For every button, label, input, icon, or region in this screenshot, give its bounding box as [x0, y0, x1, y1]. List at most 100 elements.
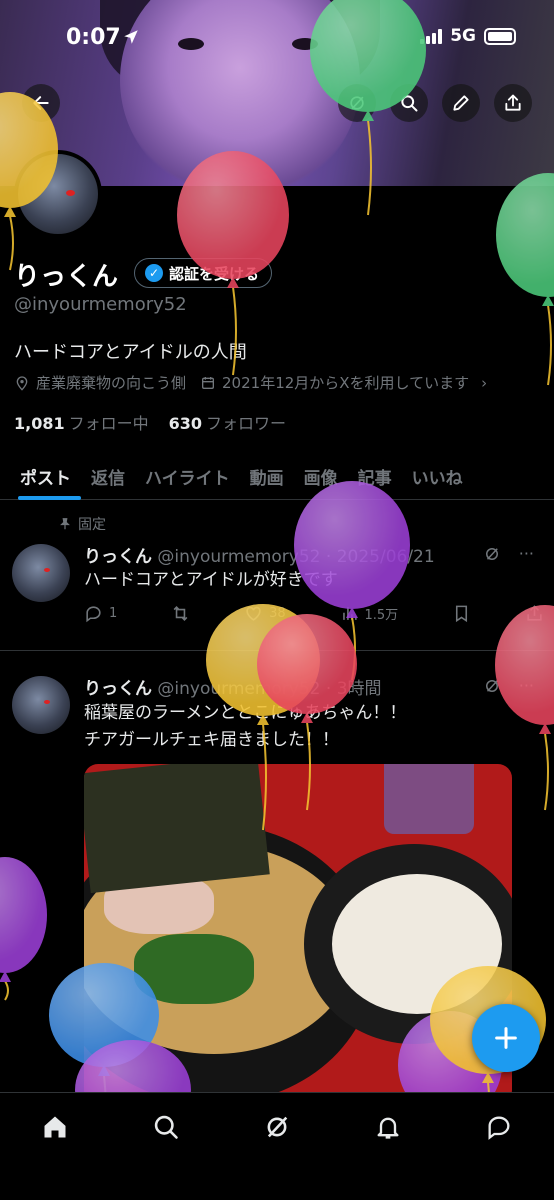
tab-likes[interactable]: いいね [402, 452, 473, 500]
share-button[interactable] [494, 84, 532, 122]
followers-link[interactable]: 630 フォロワー [169, 410, 286, 434]
profile-name: りっくん [14, 262, 119, 292]
status-time: 0:07 [66, 25, 121, 50]
bell-icon [377, 1117, 399, 1139]
post-author-name[interactable]: りっくん [84, 547, 152, 567]
nav-grok[interactable] [247, 1113, 307, 1153]
verified-check-icon: ✓ [145, 264, 163, 282]
more-options-icon[interactable]: ··· [519, 544, 534, 563]
back-button[interactable] [22, 84, 60, 122]
post-top-icons: ··· [483, 676, 534, 695]
post-meta: @inyourmemory52 · 3時間 [157, 679, 382, 699]
image-spinach [134, 934, 254, 1004]
profile-location: 産業廃棄物の向こう側 [36, 374, 187, 392]
post-author-name[interactable]: りっくん [84, 679, 152, 699]
share-icon [527, 605, 542, 621]
profile-handle: @inyourmemory52 [14, 294, 187, 315]
post-divider [0, 650, 554, 651]
tab-photos[interactable]: 画像 [294, 452, 348, 500]
post-text-line-2: チアガールチェキ届きました！！ [84, 730, 339, 750]
battery-icon [484, 27, 516, 45]
reply-icon [86, 606, 101, 623]
grok-icon [350, 96, 364, 110]
following-label: フォロー中 [68, 414, 149, 433]
post-header: りっくん @inyourmemory52 · 3時間 [84, 674, 382, 699]
repost-icon [173, 606, 188, 621]
grok-icon[interactable] [483, 677, 501, 695]
chevron-right-icon: › [481, 373, 488, 392]
tab-articles[interactable]: 記事 [348, 452, 402, 500]
profile-tabs: ポスト 返信 ハイライト 動画 画像 記事 いいね [0, 452, 554, 500]
search-icon [401, 95, 418, 112]
image-nori [84, 764, 270, 894]
profile-meta: 産業廃棄物の向こう側 2021年12月からXを利用しています › [14, 372, 487, 393]
profile-bio: ハードコアとアイドルの人間 [14, 342, 247, 363]
location-pin-icon [16, 375, 28, 391]
bottom-navigation [0, 1092, 554, 1200]
like-button[interactable]: 38 [244, 604, 286, 623]
post-text: ハードコアとアイドルが好きです [84, 570, 338, 590]
reply-count: 1 [109, 606, 118, 621]
image-rice [332, 874, 502, 1014]
balloon [0, 857, 47, 1001]
get-verified-label: 認証を受ける [169, 264, 260, 283]
share-icon [505, 94, 521, 111]
signal-icon [420, 28, 443, 44]
reply-button[interactable]: 1 [84, 604, 117, 623]
profile-joined: 2021年12月からXを利用しています [222, 374, 470, 392]
post-text-line-1: 稲葉屋のラーメンととこにゅあちゃん！！ [84, 703, 407, 723]
grok-icon[interactable] [483, 545, 501, 563]
home-icon [44, 1116, 66, 1138]
follow-stats: 1,081 フォロー中 630 フォロワー [14, 410, 286, 434]
message-icon [488, 1116, 510, 1140]
status-bar: 0:07 5G [0, 0, 554, 70]
tab-replies[interactable]: 返信 [81, 452, 135, 500]
views-icon [342, 607, 357, 620]
edit-button[interactable] [442, 84, 480, 122]
nav-messages[interactable] [469, 1113, 529, 1153]
nav-home[interactable] [25, 1113, 85, 1153]
post-image[interactable] [84, 764, 512, 1104]
heart-icon [246, 606, 261, 621]
post-top-icons: ··· [483, 544, 534, 563]
compose-button[interactable] [472, 1004, 540, 1072]
tab-videos[interactable]: 動画 [240, 452, 294, 500]
pinned-indicator: 固定 [58, 514, 106, 534]
post-avatar[interactable] [12, 676, 70, 734]
bookmark-icon [456, 605, 468, 623]
more-options-icon[interactable]: ··· [519, 676, 534, 695]
following-count: 1,081 [14, 414, 65, 433]
following-link[interactable]: 1,081 フォロー中 [14, 410, 149, 434]
balloon [496, 173, 554, 386]
image-glass [384, 764, 474, 834]
grok-button[interactable] [338, 84, 376, 122]
followers-count: 630 [168, 414, 203, 433]
view-count: 1.5万 [364, 608, 399, 623]
followers-label: フォロワー [206, 414, 287, 433]
get-verified-button[interactable]: ✓ 認証を受ける [134, 258, 273, 288]
profile-avatar[interactable] [14, 150, 102, 238]
nav-search[interactable] [136, 1113, 196, 1153]
tab-highlights[interactable]: ハイライト [135, 452, 240, 500]
post-avatar[interactable] [12, 544, 70, 602]
arrow-left-icon [33, 96, 49, 110]
nav-notifications[interactable] [358, 1113, 418, 1153]
bookmark-button[interactable] [452, 604, 471, 623]
pinned-label: 固定 [78, 517, 106, 533]
search-button[interactable] [390, 84, 428, 122]
pin-icon [60, 518, 70, 530]
share-post-button[interactable] [525, 604, 544, 623]
status-indicators: 5G [420, 26, 516, 46]
pencil-icon [453, 95, 469, 111]
repost-button[interactable] [171, 604, 190, 623]
location-arrow-icon [124, 30, 138, 44]
network-type: 5G [450, 26, 476, 46]
search-icon [154, 1115, 178, 1139]
grok-icon [267, 1116, 288, 1138]
tab-posts[interactable]: ポスト [0, 452, 81, 500]
like-count: 38 [269, 606, 286, 621]
post-actions: 1 38 1.5万 [84, 604, 544, 623]
plus-icon [495, 1027, 517, 1049]
calendar-icon [202, 376, 215, 389]
views-button[interactable]: 1.5万 [340, 604, 399, 623]
